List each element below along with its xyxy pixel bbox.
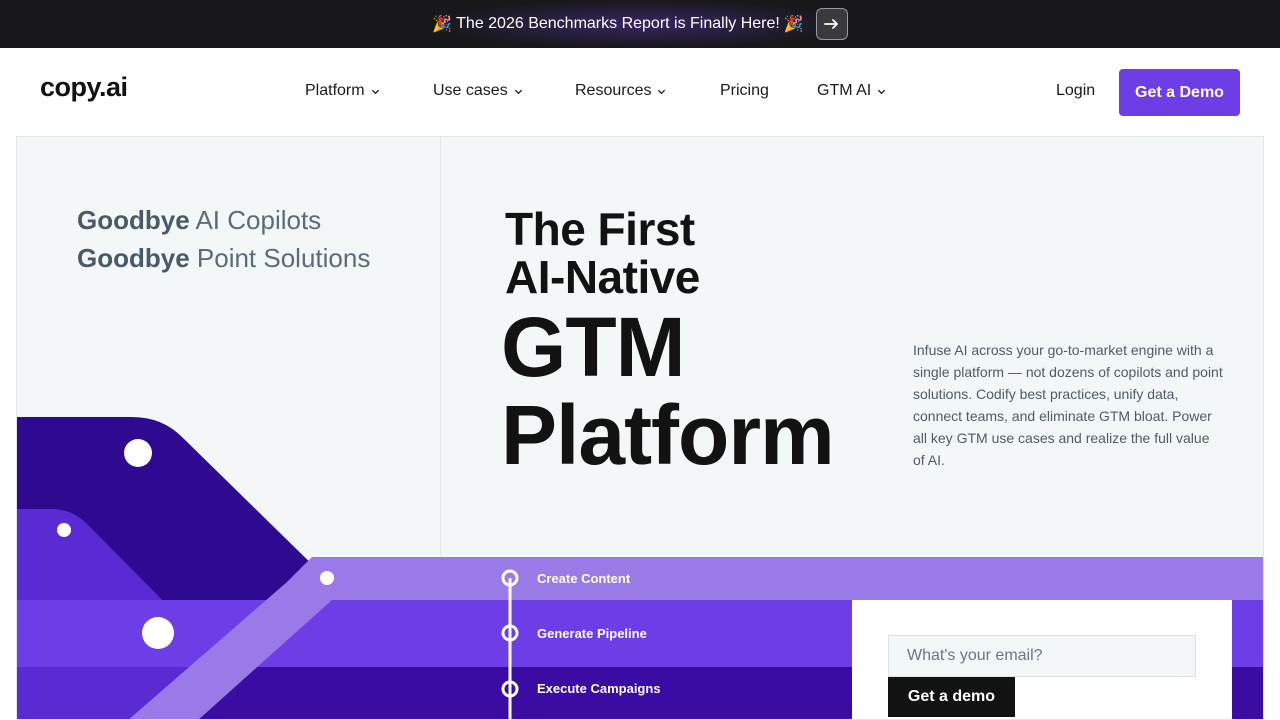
announcement-text[interactable]: 🎉 The 2026 Benchmarks Report is Finally … (432, 14, 804, 34)
headline-big-line: Platform (501, 388, 835, 482)
nav-item-platform[interactable]: Platform (305, 82, 380, 100)
login-link[interactable]: Login (1056, 82, 1095, 100)
goodbye-bold: Goodbye (77, 243, 190, 273)
headline-big-line: GTM (501, 300, 686, 394)
nav-item-label: Use cases (433, 82, 508, 99)
nav-item-use-cases[interactable]: Use cases (433, 82, 523, 100)
nav-item-label: Pricing (720, 82, 769, 99)
nav-item-label: GTM AI (817, 82, 872, 99)
email-signup-card: Get a demo (852, 600, 1232, 719)
nav-item-resources[interactable]: Resources (575, 82, 666, 100)
goodbye-bold: Goodbye (77, 205, 190, 235)
party-popper-icon: 🎉 (432, 16, 453, 33)
chevron-down-icon (514, 89, 522, 94)
get-a-demo-button[interactable]: Get a demo (888, 677, 1015, 717)
email-input[interactable] (888, 635, 1196, 677)
step-execute-campaigns: Execute Campaigns (537, 681, 661, 696)
logo[interactable]: copy.ai (40, 72, 128, 103)
hero-divider (440, 137, 441, 557)
announcement-bar: 🎉 The 2026 Benchmarks Report is Finally … (0, 0, 1280, 48)
main-navigation: copy.ai Platform Use cases Resources Pri… (0, 48, 1280, 136)
get-demo-button[interactable]: Get a Demo (1119, 69, 1240, 116)
chevron-down-icon (371, 89, 379, 94)
step-create-content: Create Content (537, 571, 631, 586)
goodbye-rest: Point Solutions (189, 243, 371, 273)
chevron-down-icon (878, 89, 886, 94)
nav-item-label: Platform (305, 82, 365, 99)
announcement-arrow-button[interactable] (815, 8, 848, 40)
announcement-message: The 2026 Benchmarks Report is Finally He… (456, 15, 780, 32)
headline-line: AI-Native (505, 251, 700, 303)
goodbye-line: Goodbye AI Copilots (77, 205, 321, 236)
hero-section: Goodbye AI Copilots Goodbye Point Soluti… (16, 136, 1264, 720)
hero-description: Infuse AI across your go-to-market engin… (913, 342, 1223, 468)
nav-item-label: Resources (575, 82, 652, 99)
arrow-right-icon (823, 19, 838, 29)
party-popper-icon: 🎉 (783, 16, 804, 33)
nav-item-gtm-ai[interactable]: GTM AI (817, 82, 886, 100)
goodbye-line: Goodbye Point Solutions (77, 243, 370, 274)
step-generate-pipeline: Generate Pipeline (537, 626, 647, 641)
nav-item-pricing[interactable]: Pricing (720, 82, 769, 100)
chevron-down-icon (658, 89, 666, 94)
headline-line: The First (505, 203, 695, 255)
goodbye-rest: AI Copilots (189, 205, 322, 235)
